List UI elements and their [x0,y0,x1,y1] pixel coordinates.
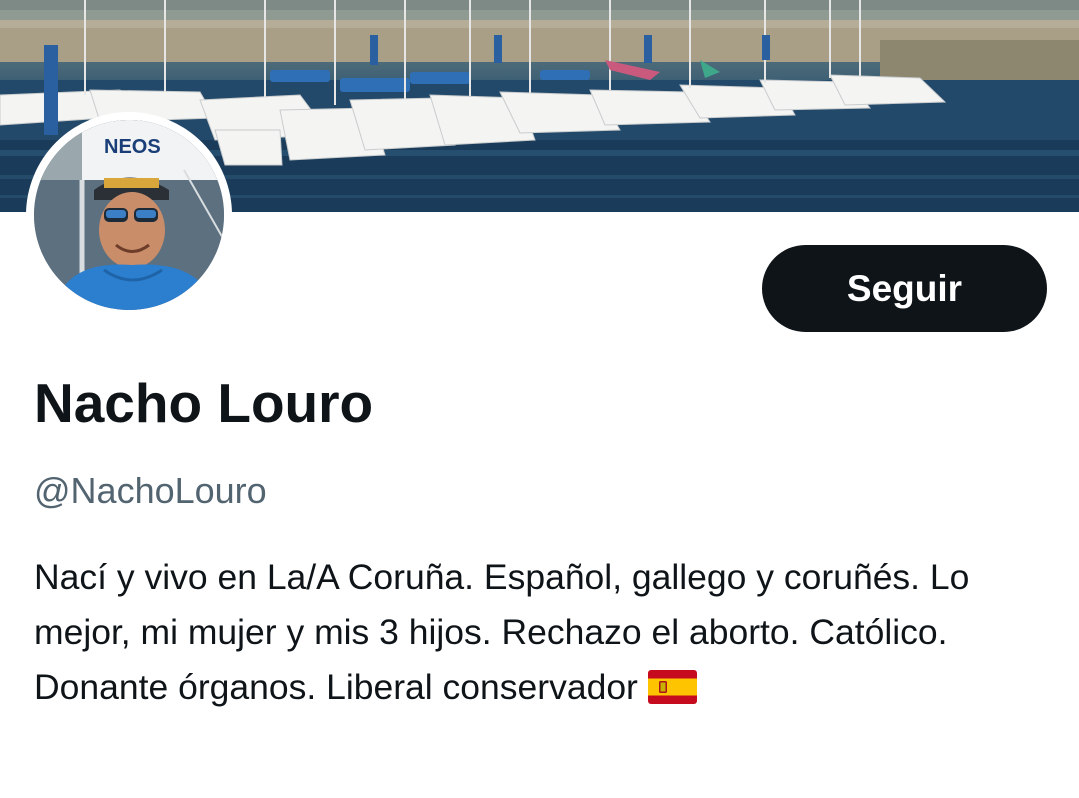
spain-flag-icon [647,670,697,704]
avatar[interactable]: NEOS [26,112,232,318]
bio-text: Nací y vivo en La/A Coruña. Español, gal… [34,557,970,707]
avatar-cap-text: NEOS [104,136,161,158]
profile-photo: NEOS [34,120,224,310]
follow-button[interactable]: Seguir [762,245,1047,332]
display-name: Nacho Louro [34,372,374,434]
profile-bio: Nací y vivo en La/A Coruña. Español, gal… [34,550,1034,715]
user-handle[interactable]: @NachoLouro [34,468,267,514]
